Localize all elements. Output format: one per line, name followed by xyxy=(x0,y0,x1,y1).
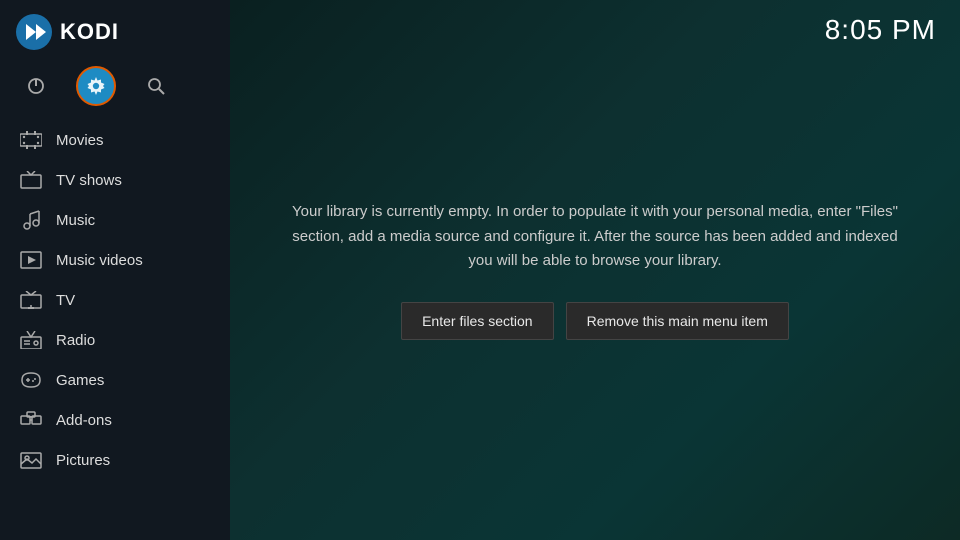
sidebar-item-musicvideos[interactable]: Music videos xyxy=(0,240,230,280)
music-label: Music xyxy=(56,212,95,229)
movies-label: Movies xyxy=(56,132,104,149)
musicvideos-icon xyxy=(20,249,42,271)
sidebar-item-tvshows[interactable]: TV shows xyxy=(0,160,230,200)
radio-label: Radio xyxy=(56,332,95,349)
sidebar-item-movies[interactable]: Movies xyxy=(0,120,230,160)
sidebar-item-pictures[interactable]: Pictures xyxy=(0,440,230,480)
nav-list: Movies TV shows M xyxy=(0,120,230,540)
addons-icon xyxy=(20,409,42,431)
tv-label: TV xyxy=(56,292,75,309)
musicvideos-label: Music videos xyxy=(56,252,143,269)
addons-label: Add-ons xyxy=(56,412,112,429)
movies-icon xyxy=(20,129,42,151)
power-icon xyxy=(26,76,46,96)
games-icon xyxy=(20,369,42,391)
sidebar: KODI xyxy=(0,0,230,540)
search-button[interactable] xyxy=(136,66,176,106)
enter-files-button[interactable]: Enter files section xyxy=(401,302,554,340)
remove-menu-item-button[interactable]: Remove this main menu item xyxy=(566,302,789,340)
action-buttons: Enter files section Remove this main men… xyxy=(401,302,789,340)
power-button[interactable] xyxy=(16,66,56,106)
music-icon xyxy=(20,209,42,231)
settings-button[interactable] xyxy=(76,66,116,106)
pictures-icon xyxy=(20,449,42,471)
tv-icon xyxy=(20,289,42,311)
empty-library-panel: Your library is currently empty. In orde… xyxy=(230,0,960,540)
sidebar-item-addons[interactable]: Add-ons xyxy=(0,400,230,440)
empty-library-message: Your library is currently empty. In orde… xyxy=(290,200,900,274)
sidebar-item-games[interactable]: Games xyxy=(0,360,230,400)
tvshows-icon xyxy=(20,169,42,191)
time-display: 8:05 PM xyxy=(825,14,936,46)
settings-icon xyxy=(85,75,107,97)
kodi-logo-icon xyxy=(16,14,52,50)
tvshows-label: TV shows xyxy=(56,172,122,189)
top-icon-bar xyxy=(0,60,230,120)
search-icon xyxy=(146,76,166,96)
main-content: 8:05 PM Your library is currently empty.… xyxy=(230,0,960,540)
sidebar-item-tv[interactable]: TV xyxy=(0,280,230,320)
games-label: Games xyxy=(56,372,104,389)
pictures-label: Pictures xyxy=(56,452,110,469)
radio-icon xyxy=(20,329,42,351)
sidebar-item-music[interactable]: Music xyxy=(0,200,230,240)
sidebar-item-radio[interactable]: Radio xyxy=(0,320,230,360)
app-title: KODI xyxy=(60,19,119,45)
app-header: KODI xyxy=(0,0,230,60)
